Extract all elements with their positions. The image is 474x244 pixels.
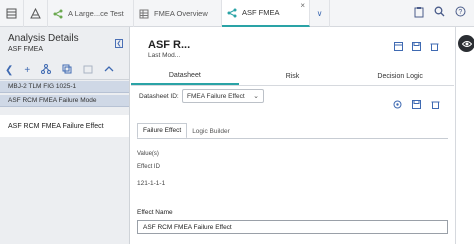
record-actions: [394, 42, 439, 53]
tab-logic-builder[interactable]: Logic Builder: [187, 123, 235, 139]
settings-icon[interactable]: [393, 100, 402, 111]
record-panel: ASF R... Last Mod... Datasheet Risk Deci…: [131, 27, 454, 244]
clipboard-icon[interactable]: [414, 6, 424, 21]
tab-asf-fmea[interactable]: ASF FMEA ×: [222, 0, 310, 27]
panel-subtitle: ASF FMEA: [8, 46, 44, 53]
dashboard-icon[interactable]: [0, 0, 24, 27]
failure-effect-form: Value(s) Effect ID 121-1-1-1 Effect Name…: [137, 138, 448, 244]
analysis-details-panel: Analysis Details ASF FMEA ❮ ❮ + MBJ-2 TL…: [0, 27, 130, 244]
tab-label: FMEA Overview: [154, 9, 208, 18]
diagram-icon: [53, 9, 63, 18]
tab-failure-effect[interactable]: Failure Effect: [137, 123, 188, 139]
save-icon[interactable]: [412, 42, 421, 53]
effect-name-label: Effect Name: [137, 209, 173, 216]
layout-icon[interactable]: [394, 42, 403, 53]
add-icon[interactable]: +: [24, 65, 30, 76]
tree-item-selected[interactable]: ASF RCM FMEA Failure Effect: [0, 115, 129, 137]
values-label: Value(s): [137, 151, 159, 157]
delete-icon[interactable]: [430, 42, 439, 53]
paste-icon[interactable]: [83, 64, 93, 77]
effect-name-field[interactable]: ASF RCM FMEA Failure Effect: [137, 220, 448, 234]
tab-label: ASF FMEA: [242, 8, 280, 17]
copy-icon[interactable]: [62, 64, 72, 77]
collapse-panel-icon[interactable]: ❮: [115, 39, 123, 48]
tab-risk[interactable]: Risk: [239, 68, 347, 85]
datasheet-actions: [393, 100, 440, 111]
hierarchy-icon[interactable]: [41, 64, 52, 77]
record-title: ASF R...: [148, 39, 191, 51]
home-icon[interactable]: [24, 0, 48, 27]
tab-label: A Large...ce Test: [68, 9, 124, 18]
diagram-icon: [227, 8, 237, 17]
tab-datasheet[interactable]: Datasheet: [131, 68, 239, 85]
chevron-down-icon: ⌄: [253, 93, 259, 100]
tab-large-test[interactable]: A Large...ce Test: [48, 0, 134, 27]
tab-decision-logic[interactable]: Decision Logic: [346, 68, 454, 85]
panel-title: Analysis Details: [8, 33, 79, 44]
top-bar-actions: ?: [414, 0, 474, 26]
back-icon[interactable]: ❮: [5, 65, 13, 76]
search-icon[interactable]: [434, 6, 445, 20]
app-window: A Large...ce Test FMEA Overview ASF FMEA…: [0, 0, 474, 244]
datasheet-label: Datasheet ID:: [139, 93, 179, 100]
more-tabs-icon[interactable]: ∨: [310, 0, 330, 27]
right-rail: [455, 27, 474, 244]
datasheet-select-value: FMEA Failure Effect: [187, 92, 245, 100]
save-icon[interactable]: [412, 100, 421, 111]
eye-icon[interactable]: [458, 35, 474, 52]
datasheet-select[interactable]: FMEA Failure Effect ⌄: [182, 89, 264, 103]
effect-id-value: 121-1-1-1: [137, 180, 166, 187]
record-subtitle: Last Mod...: [148, 52, 181, 59]
datasheet-sub-tabs: Failure Effect Logic Builder: [137, 123, 235, 139]
tree-item[interactable]: ASF RCM FMEA Failure Mode: [0, 95, 129, 107]
effect-id-label: Effect ID: [137, 164, 160, 170]
chevron-up-icon[interactable]: [104, 64, 114, 77]
grid-icon: [139, 9, 149, 18]
tree-item[interactable]: MBJ-2 TLM FIG 1025-1: [0, 81, 129, 93]
panel-toolbar: ❮ +: [0, 62, 129, 80]
help-icon[interactable]: ?: [455, 6, 466, 20]
tab-fmea-overview[interactable]: FMEA Overview: [134, 0, 222, 27]
delete-icon[interactable]: [431, 100, 440, 111]
svg-text:?: ?: [458, 9, 462, 16]
top-bar: A Large...ce Test FMEA Overview ASF FMEA…: [0, 0, 474, 27]
close-tab-icon[interactable]: ×: [300, 1, 305, 10]
record-tabs: Datasheet Risk Decision Logic: [131, 68, 454, 86]
